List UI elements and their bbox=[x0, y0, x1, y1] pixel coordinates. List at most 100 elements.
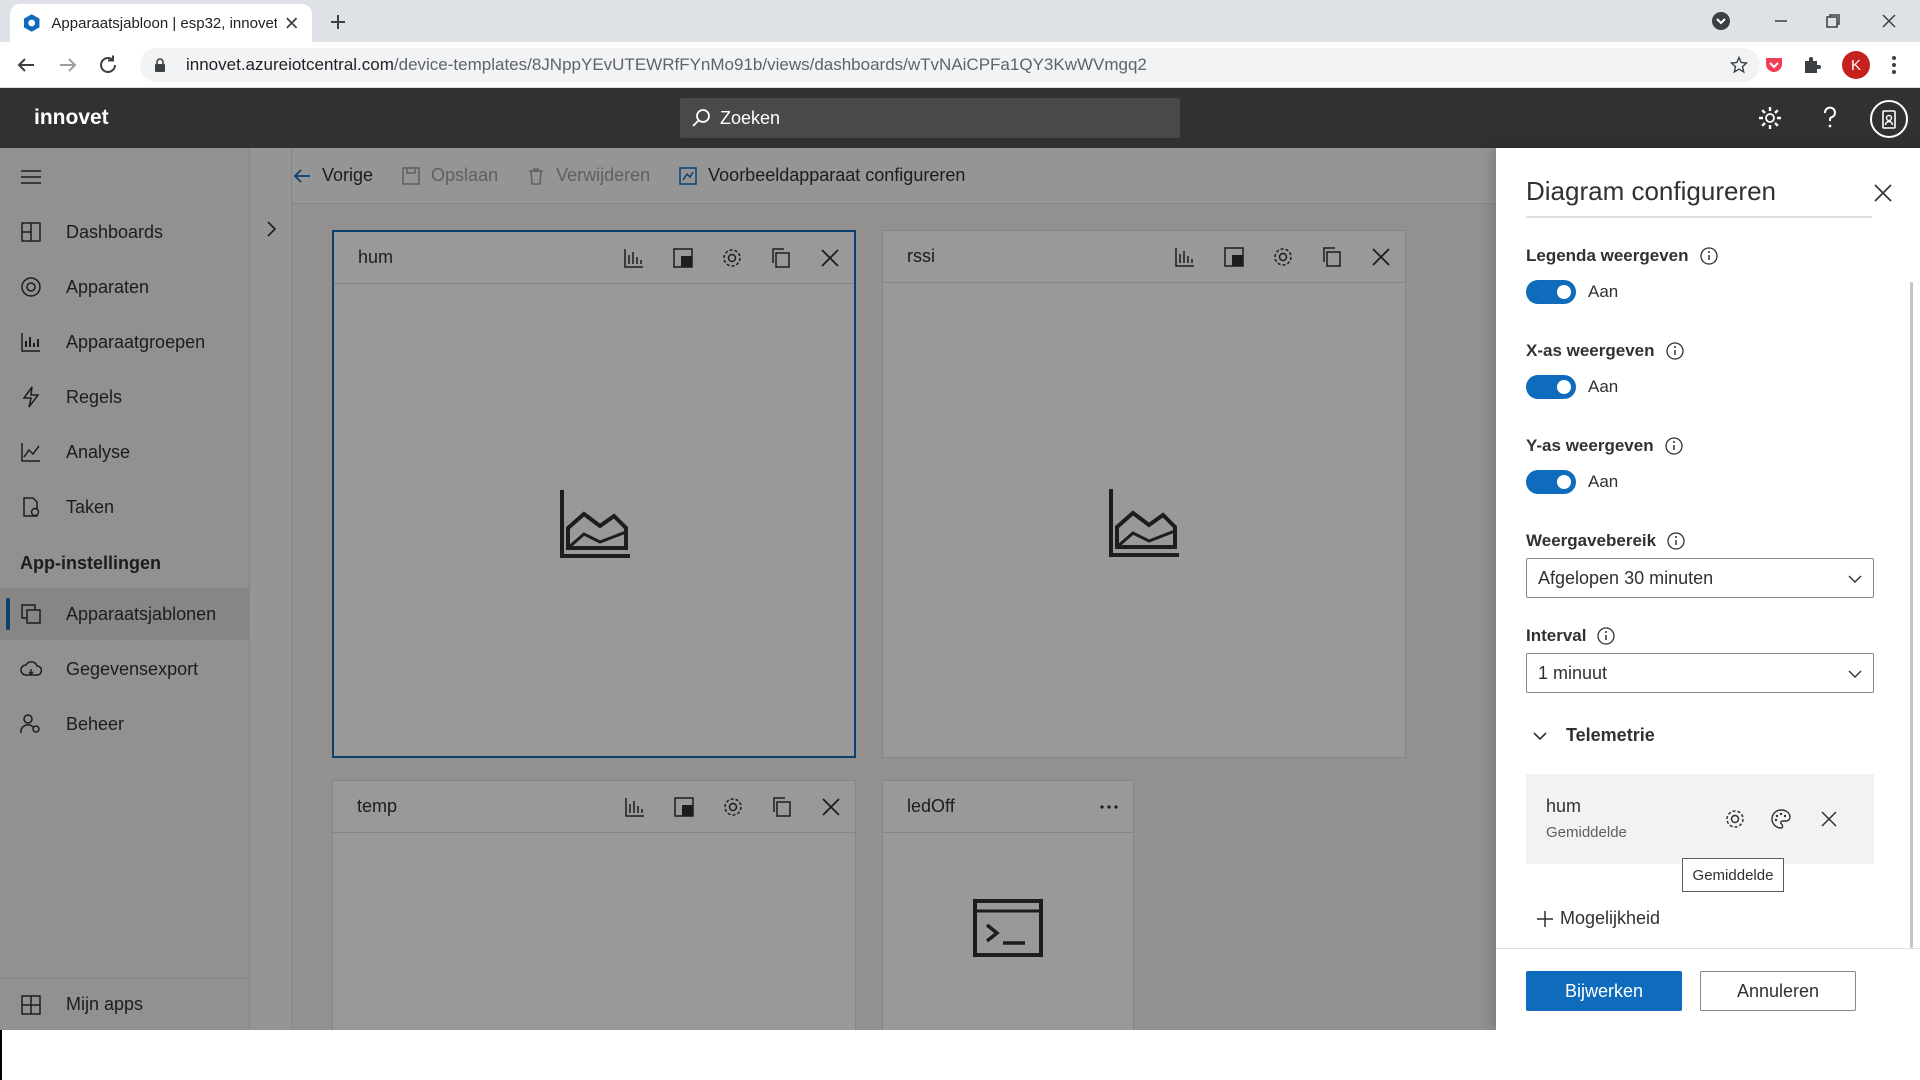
url-text: innovet.azureiotcentral.com/device-templ… bbox=[186, 55, 1147, 75]
tile-ledoff[interactable]: ledOff bbox=[882, 780, 1134, 1040]
xaxis-toggle[interactable]: Aan bbox=[1526, 375, 1618, 399]
sidebar-item-jobs[interactable]: Taken bbox=[0, 481, 250, 533]
sidebar-item-label: Apparaten bbox=[66, 276, 150, 297]
chevron-right-icon[interactable] bbox=[262, 220, 280, 238]
user-badge-icon bbox=[1882, 110, 1896, 129]
administration-icon bbox=[20, 714, 40, 734]
remove-telemetry-close-icon[interactable] bbox=[1818, 808, 1840, 830]
sidebar-item-analytics[interactable]: Analyse bbox=[0, 426, 250, 478]
legend-toggle-state: Aan bbox=[1588, 282, 1619, 301]
add-capability-button[interactable]: Mogelijkheid bbox=[1536, 908, 1660, 929]
tile-rssi[interactable]: rssi bbox=[882, 230, 1406, 758]
bookmark-star-icon[interactable] bbox=[1730, 56, 1748, 74]
sidebar-item-dashboards[interactable]: Dashboards bbox=[0, 206, 250, 258]
close-panel-icon[interactable] bbox=[1872, 182, 1894, 204]
hamburger-menu-icon[interactable] bbox=[20, 168, 42, 186]
save-button[interactable]: Opslaan bbox=[401, 148, 498, 204]
legend-label-text: Legenda weergeven bbox=[1526, 246, 1689, 265]
tile-settings-gear-icon[interactable] bbox=[718, 244, 746, 272]
iot-central-favicon-icon bbox=[23, 14, 40, 32]
tile-size-icon[interactable] bbox=[1220, 243, 1248, 271]
sidebar-item-rules[interactable]: Regels bbox=[0, 371, 250, 423]
chart-type-icon[interactable] bbox=[620, 244, 648, 272]
legend-toggle[interactable]: Aan bbox=[1526, 280, 1618, 304]
tile-actions bbox=[600, 793, 845, 821]
back-arrow-icon[interactable] bbox=[14, 53, 38, 77]
minimize-icon[interactable] bbox=[1768, 8, 1794, 34]
app-header: innovet Zoeken bbox=[0, 88, 1920, 148]
close-tab-icon[interactable] bbox=[283, 14, 300, 32]
tile-copy-icon[interactable] bbox=[1318, 243, 1346, 271]
settings-gear-icon[interactable] bbox=[1756, 104, 1784, 132]
pocket-extension-icon[interactable] bbox=[1762, 53, 1786, 77]
more-options-icon[interactable] bbox=[1095, 793, 1123, 821]
cancel-button[interactable]: Annuleren bbox=[1700, 971, 1856, 1011]
yaxis-label-text: Y-as weergeven bbox=[1526, 436, 1654, 455]
sidebar-item-administration[interactable]: Beheer bbox=[0, 698, 250, 750]
telemetry-section-label: Telemetrie bbox=[1566, 725, 1655, 745]
chart-type-icon[interactable] bbox=[621, 793, 649, 821]
user-account-button[interactable] bbox=[1870, 100, 1908, 138]
close-window-icon[interactable] bbox=[1876, 8, 1902, 34]
tile-copy-icon[interactable] bbox=[767, 244, 795, 272]
configure-sample-label: Voorbeeldapparaat configureren bbox=[708, 165, 966, 185]
profile-avatar[interactable]: K bbox=[1842, 51, 1870, 79]
tile-temp[interactable]: temp bbox=[332, 780, 856, 1040]
telemetry-section-toggle[interactable]: Telemetrie bbox=[1532, 725, 1655, 746]
sidebar-item-devices[interactable]: Apparaten bbox=[0, 261, 250, 313]
new-tab-icon[interactable] bbox=[326, 10, 350, 34]
tile-title: rssi bbox=[907, 246, 935, 266]
info-icon[interactable] bbox=[1699, 246, 1719, 266]
search-input[interactable]: Zoeken bbox=[680, 98, 1180, 138]
sidebar-item-label: Regels bbox=[66, 386, 123, 407]
maximize-icon[interactable] bbox=[1820, 8, 1846, 34]
delete-button[interactable]: Verwijderen bbox=[526, 148, 650, 204]
aggregation-tooltip: Gemiddelde bbox=[1682, 858, 1784, 892]
color-palette-icon[interactable] bbox=[1770, 808, 1792, 830]
info-icon[interactable] bbox=[1664, 436, 1684, 456]
browser-menu-icon[interactable] bbox=[1882, 53, 1906, 77]
address-bar[interactable]: innovet.azureiotcentral.com/device-templ… bbox=[140, 48, 1760, 82]
telemetry-settings-gear-icon[interactable] bbox=[1724, 808, 1746, 830]
yaxis-toggle[interactable]: Aan bbox=[1526, 470, 1618, 494]
info-icon[interactable] bbox=[1596, 626, 1616, 646]
tile-close-icon[interactable] bbox=[1367, 243, 1395, 271]
chart-type-icon[interactable] bbox=[1171, 243, 1199, 271]
command-bar: Vorige Opslaan Verwijderen Voorbeeldappa… bbox=[292, 148, 1496, 204]
tab-search-icon[interactable] bbox=[1708, 8, 1734, 34]
tile-copy-icon[interactable] bbox=[768, 793, 796, 821]
tile-hum[interactable]: hum bbox=[332, 230, 856, 758]
panel-scrollbar[interactable] bbox=[1910, 282, 1913, 948]
tile-size-icon[interactable] bbox=[670, 793, 698, 821]
telemetry-aggregation: Gemiddelde bbox=[1546, 824, 1627, 841]
sidebar-item-device-templates[interactable]: Apparaatsjablonen bbox=[0, 588, 250, 640]
app-brand[interactable]: innovet bbox=[34, 106, 109, 130]
configure-sample-device-button[interactable]: Voorbeeldapparaat configureren bbox=[678, 148, 965, 204]
reload-icon[interactable] bbox=[96, 53, 120, 77]
tile-settings-gear-icon[interactable] bbox=[719, 793, 747, 821]
info-icon[interactable] bbox=[1665, 341, 1685, 361]
tile-close-icon[interactable] bbox=[817, 793, 845, 821]
tile-settings-gear-icon[interactable] bbox=[1269, 243, 1297, 271]
sidebar-item-device-groups[interactable]: Apparaatgroepen bbox=[0, 316, 250, 368]
sidebar-item-data-export[interactable]: Gegevensexport bbox=[0, 643, 250, 695]
range-dropdown[interactable]: Afgelopen 30 minuten bbox=[1526, 558, 1874, 598]
sidebar-item-my-apps[interactable]: Mijn apps bbox=[0, 978, 250, 1030]
tile-size-icon[interactable] bbox=[669, 244, 697, 272]
update-button[interactable]: Bijwerken bbox=[1526, 971, 1682, 1011]
trash-icon bbox=[529, 167, 544, 185]
back-button[interactable]: Vorige bbox=[292, 148, 373, 204]
xaxis-label-text: X-as weergeven bbox=[1526, 341, 1655, 360]
device-templates-icon bbox=[21, 604, 41, 624]
sidebar-item-label: Beheer bbox=[66, 713, 125, 734]
browser-tab[interactable]: Apparaatsjabloon | esp32, innovet bbox=[10, 4, 312, 42]
tile-title: temp bbox=[357, 796, 398, 816]
info-icon[interactable] bbox=[1666, 531, 1686, 551]
forward-arrow-icon[interactable] bbox=[56, 53, 80, 77]
help-question-icon[interactable] bbox=[1816, 104, 1844, 132]
search-icon bbox=[692, 109, 710, 127]
tile-title: hum bbox=[358, 247, 394, 267]
extensions-puzzle-icon[interactable] bbox=[1800, 53, 1824, 77]
interval-dropdown[interactable]: 1 minuut bbox=[1526, 653, 1874, 693]
tile-close-icon[interactable] bbox=[816, 244, 844, 272]
